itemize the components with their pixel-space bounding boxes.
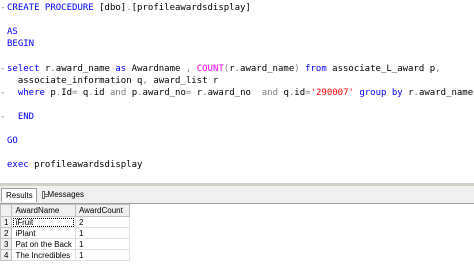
messages-icon (42, 191, 48, 199)
code-token: Id (61, 87, 73, 98)
row-number[interactable]: 4 (0, 249, 13, 261)
table-row[interactable]: 2 iPlant 1 (0, 227, 130, 239)
code-line: END (7, 111, 34, 123)
code-token: , (185, 63, 197, 74)
results-grid: AwardName AwardCount 1 iFruit 2 2 iPlant 1 3 Pa… (0, 204, 130, 261)
table-row[interactable]: 1 iFruit 2 (0, 216, 130, 228)
code-token: Awardname (131, 63, 186, 74)
code-token: exec (7, 160, 35, 171)
cell-awardname[interactable]: iFruit (11, 216, 76, 228)
outline-marker (0, 147, 7, 159)
tab-messages[interactable]: Messages (38, 188, 88, 202)
code-token: = (185, 87, 197, 98)
code-token: award_name (418, 87, 474, 98)
outline-marker (0, 38, 7, 50)
cell-awardcount[interactable]: 1 (74, 227, 130, 239)
code-token: [dbo] (99, 3, 127, 13)
code-line: CREATE PROCEDURE [dbo].[profileawardsdis… (7, 2, 251, 14)
code-line: exec profileawardsdisplay (7, 159, 142, 171)
row-number[interactable]: 3 (0, 238, 13, 250)
code-line: select r.award_name as Awardname , COUNT… (7, 63, 441, 75)
row-number[interactable]: 2 (0, 227, 13, 239)
code-token: award_list r (153, 75, 219, 86)
code-token: and (110, 87, 132, 98)
code-token: select (7, 63, 45, 74)
outline-marker[interactable]: - (0, 87, 7, 99)
grid-header-row: AwardName AwardCount (0, 204, 130, 217)
code-token: CREATE PROCEDURE (7, 3, 100, 13)
outline-marker (0, 135, 7, 147)
code-token: END (7, 111, 35, 122)
tab-results[interactable]: Results (1, 188, 37, 202)
code-token: , (435, 63, 441, 74)
table-row[interactable]: 4 The Incredibles 1 (0, 249, 130, 261)
code-line: BEGIN (7, 38, 34, 50)
tab-results-label: Results (6, 190, 33, 200)
code-token: associate_L_award p (332, 63, 436, 74)
code-token: and (261, 87, 284, 98)
results-tab-strip: Results Messages (0, 186, 474, 204)
code-token: ) (294, 63, 306, 74)
code-token: associate_information q (7, 75, 143, 86)
code-token: COUNT (196, 63, 224, 74)
outline-marker[interactable]: - (0, 111, 7, 123)
table-row[interactable]: 3 Pat on the Back 1 (0, 238, 130, 250)
code-token: AS (7, 27, 18, 38)
outline-marker (0, 75, 7, 87)
results-grid-area: AwardName AwardCount 1 iFruit 2 2 iPlant 1 3 Pa… (0, 204, 474, 274)
code-token: award_name (240, 63, 295, 74)
outline-marker (0, 99, 7, 111)
cell-awardname[interactable]: The Incredibles (11, 249, 76, 261)
code-token: award_no (142, 87, 186, 98)
code-token: BEGIN (7, 39, 35, 50)
cell-awardcount[interactable]: 1 (74, 249, 130, 261)
code-token: as (115, 63, 132, 74)
outline-marker (0, 123, 7, 135)
sql-editor[interactable]: - CREATE PROCEDURE [dbo].[profileawardsdi… (0, 0, 474, 183)
code-token: = (72, 87, 83, 98)
code-token: , (142, 75, 154, 86)
column-header-awardcount[interactable]: AwardCount (74, 204, 130, 217)
cell-awardcount[interactable]: 1 (74, 238, 130, 250)
cell-awardname[interactable]: iPlant (11, 227, 76, 239)
code-token: where (7, 87, 51, 98)
code-token: id (294, 87, 306, 98)
code-token: id (93, 87, 110, 98)
cell-awardname[interactable]: Pat on the Back (11, 238, 76, 250)
column-header-awardname[interactable]: AwardName (11, 204, 76, 217)
code-token: award_name (55, 63, 116, 74)
outline-marker (0, 26, 7, 38)
outline-marker (0, 159, 7, 171)
row-number[interactable]: 1 (0, 216, 13, 228)
grid-corner[interactable] (0, 204, 13, 217)
code-token: profileawardsdisplay (34, 160, 143, 171)
code-line: AS (7, 26, 18, 38)
code-line: associate_information q, award_list r (7, 75, 219, 87)
cell-awardcount[interactable]: 2 (74, 216, 130, 228)
outline-marker (0, 14, 7, 26)
code-token: from (305, 63, 333, 74)
outline-marker[interactable]: - (0, 2, 7, 14)
code-line: GO (7, 135, 18, 147)
tab-messages-label: Messages (47, 190, 84, 199)
code-token: '290007' (310, 87, 354, 98)
code-line: where p.Id= q.id and p.award_no= r.award… (7, 87, 473, 99)
code-token: award_no (207, 87, 262, 98)
code-token: GO (7, 136, 18, 147)
code-token: [profileawardsdisplay] (131, 3, 251, 13)
outline-marker[interactable]: - (0, 63, 7, 75)
outline-marker (0, 50, 7, 62)
code-token: group by (353, 87, 409, 98)
